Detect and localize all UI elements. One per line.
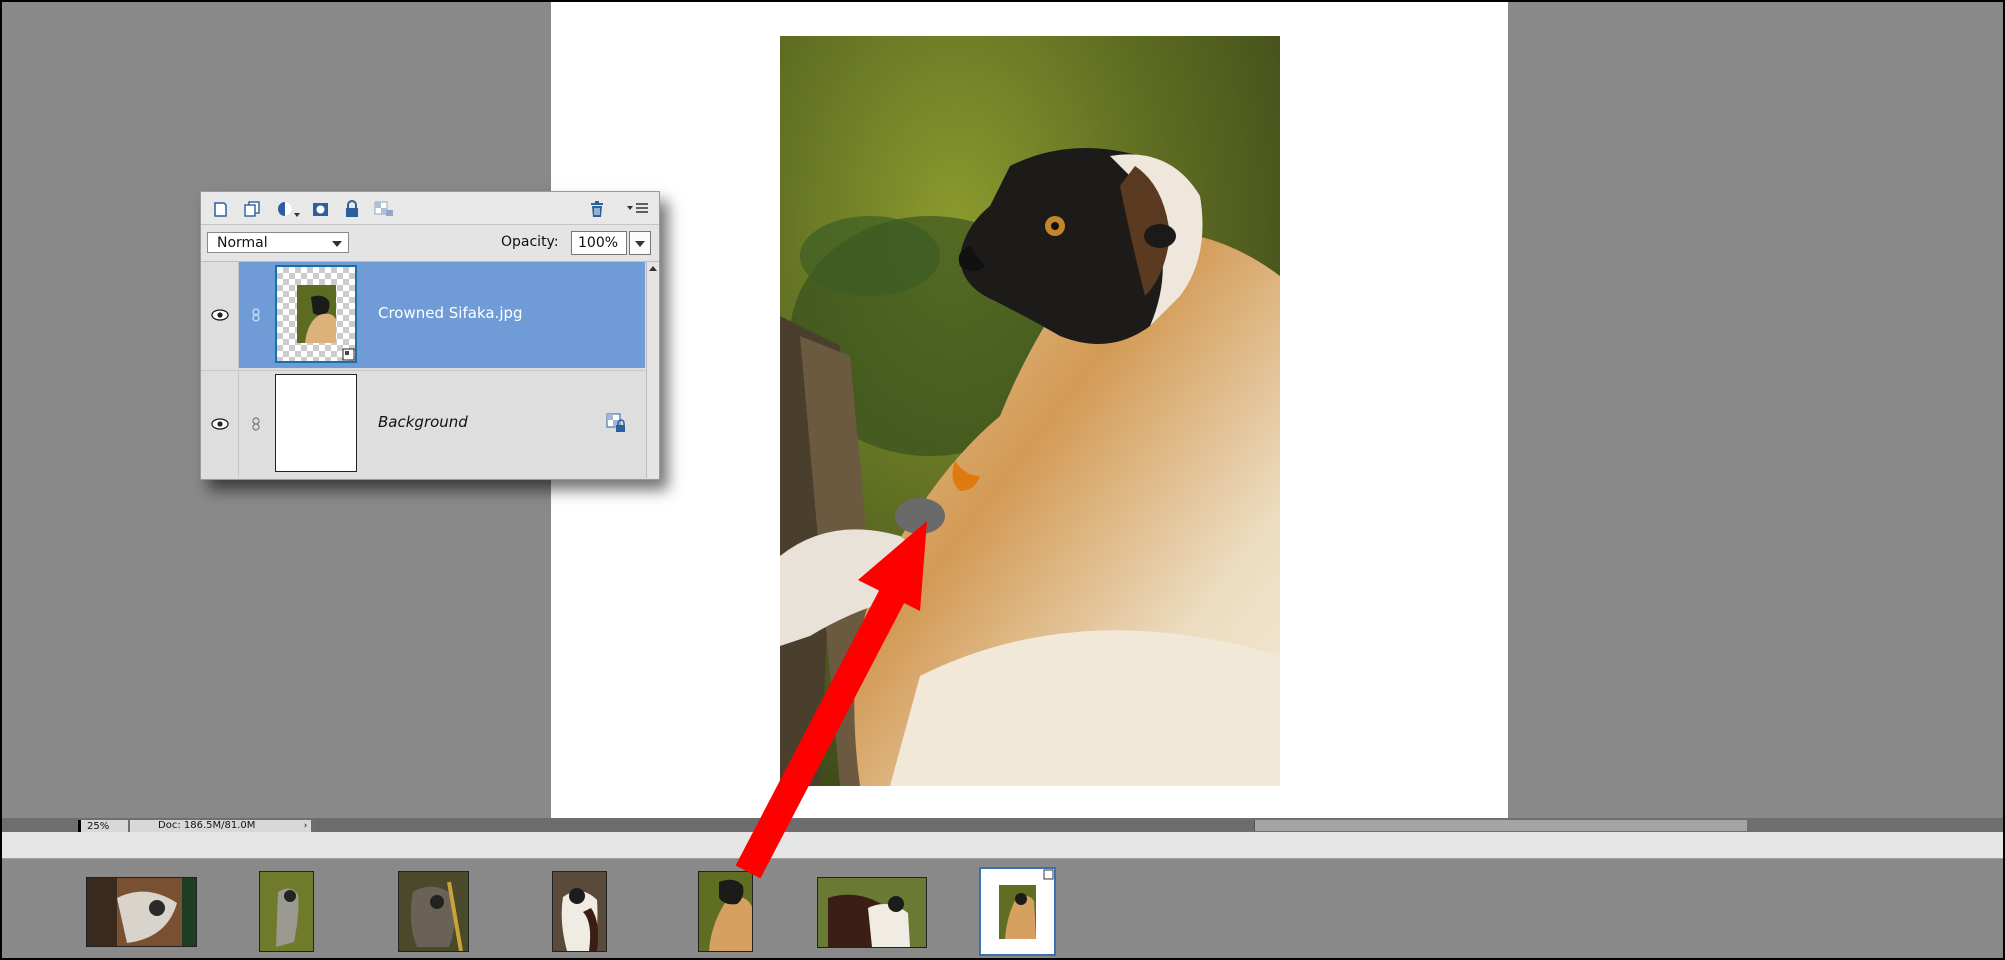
layer-list: Crowned Sifaka.jpg Background <box>201 262 645 478</box>
sifaka-photo[interactable] <box>780 36 1280 786</box>
layers-scrollbar[interactable] <box>646 262 659 478</box>
layers-toolbar <box>201 192 659 225</box>
bin-thumbnail[interactable] <box>698 871 753 952</box>
blend-mode-value: Normal <box>217 235 268 251</box>
document-page[interactable] <box>551 2 1508 818</box>
adjustment-layer-icon[interactable] <box>275 198 303 220</box>
link-icon <box>252 308 260 322</box>
bin-thumbnail[interactable] <box>817 877 927 948</box>
status-menu-arrow-icon[interactable]: › <box>300 820 311 832</box>
bin-thumbnail[interactable] <box>259 871 314 952</box>
layers-panel[interactable]: Normal Opacity: 100% Crowned Sifaka.jpg … <box>200 191 660 480</box>
lock-transparency-icon[interactable] <box>373 198 395 220</box>
background-lock-icon[interactable] <box>606 413 626 433</box>
layer-name[interactable]: Crowned Sifaka.jpg <box>378 304 523 322</box>
layer-name[interactable]: Background <box>378 413 468 431</box>
opacity-label: Opacity: <box>501 234 559 250</box>
layer-row-crowned-sifaka[interactable]: Crowned Sifaka.jpg <box>201 262 645 368</box>
horizontal-scroll-thumb[interactable] <box>1254 820 1747 831</box>
photo-bin <box>2 859 2003 958</box>
link-icon <box>252 417 260 431</box>
layer-thumbnail[interactable] <box>275 374 357 472</box>
panel-menu-icon[interactable] <box>625 198 651 220</box>
trash-icon[interactable] <box>586 198 608 220</box>
layer-link-toggle[interactable] <box>239 262 273 368</box>
bin-thumbnail[interactable] <box>86 877 197 947</box>
layer-link-toggle[interactable] <box>239 371 273 477</box>
new-layer-icon[interactable] <box>209 198 231 220</box>
new-group-icon[interactable] <box>241 198 263 220</box>
layer-row-background[interactable]: Background <box>201 370 645 477</box>
scroll-up-icon[interactable] <box>649 266 657 271</box>
zoom-level[interactable]: 25% <box>78 820 128 832</box>
app-window: Normal Opacity: 100% Crowned Sifaka.jpg … <box>2 2 2003 958</box>
layer-mask-icon[interactable] <box>309 198 331 220</box>
layer-options-row: Normal Opacity: 100% <box>201 225 659 262</box>
bin-thumbnail[interactable] <box>552 871 607 952</box>
eye-icon <box>210 418 229 430</box>
layer-thumbnail[interactable] <box>275 265 357 363</box>
bin-thumbnail[interactable] <box>398 871 469 952</box>
lock-all-icon[interactable] <box>341 198 363 220</box>
chevron-down-icon <box>332 241 342 247</box>
opacity-input[interactable]: 100% <box>571 231 627 255</box>
visibility-toggle[interactable] <box>201 262 239 368</box>
status-bar: 25% Doc: 186.5M/81.0M › <box>2 818 2003 832</box>
visibility-toggle[interactable] <box>201 371 239 477</box>
blend-mode-select[interactable]: Normal <box>207 232 349 253</box>
bin-thumbnail-active[interactable] <box>979 867 1056 956</box>
opacity-dropdown-button[interactable] <box>629 231 651 255</box>
bin-header <box>2 832 2003 859</box>
eye-icon <box>210 309 229 321</box>
document-size-info[interactable]: Doc: 186.5M/81.0M <box>130 820 300 832</box>
